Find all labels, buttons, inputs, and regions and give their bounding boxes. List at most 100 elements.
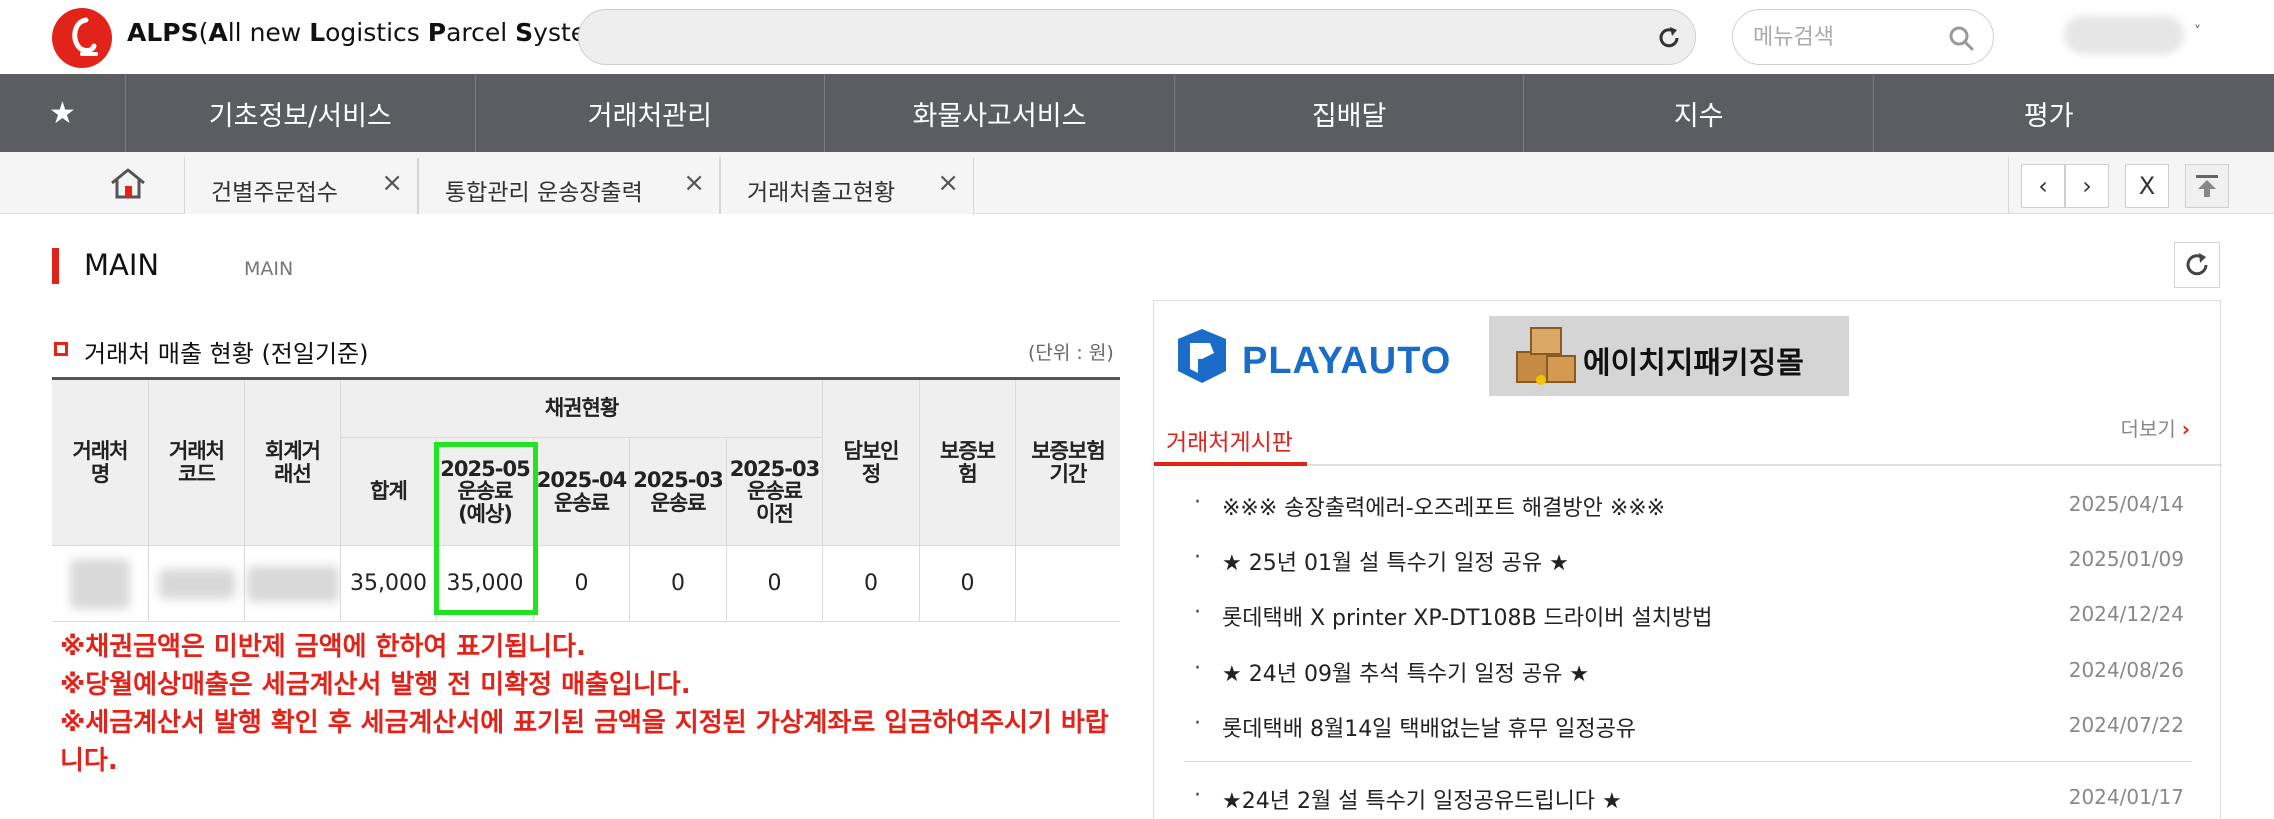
tab-client-board[interactable]: 거래처게시판 [1166,423,1293,457]
cell-collateral: 0 [823,546,920,622]
bullet: · [1194,656,1201,681]
boxes-icon [1516,327,1576,385]
favorites-star-icon[interactable]: ★ [0,74,126,152]
col-header-guarantee-period: 보증보험 기간 [1016,380,1120,546]
brand-expansion-part: arcel [446,18,516,47]
brand-prefix: ALPS [127,18,199,47]
cell-accounting-client [245,546,341,622]
post-title[interactable]: ★24년 2월 설 특수기 일정공유드립니다 ★ [1222,783,1622,815]
playauto-logo-icon [1178,329,1226,383]
post-title[interactable]: ★ 25년 01월 설 특수기 일정 공유 ★ [1222,545,1569,577]
blurred-value [158,568,235,599]
more-link[interactable]: 더보기 › [2121,413,2190,442]
section-marker-icon [54,342,68,356]
tab-order-entry[interactable]: 건별주문접수 × [184,158,418,214]
cell-total: 35,000 [341,546,437,622]
tab-prev-button[interactable]: ‹ [2021,164,2065,208]
board-tab-active-indicator [1154,462,1307,466]
close-all-tabs-button[interactable]: X [2125,164,2169,208]
brand-expansion-part: ( [198,18,209,47]
tab-client-shipment[interactable]: 거래처출고현황 × [720,158,974,214]
cell-guarantee-period [1016,546,1120,622]
board-tab-underline [1154,464,2222,466]
hg-packaging-banner[interactable]: 에이치지패키징몰 [1489,316,1849,396]
close-icon[interactable]: × [937,168,959,198]
list-item[interactable]: · ★ 25년 01월 설 특수기 일정 공유 ★ 2025/01/09 [1194,545,2194,585]
col-header-guarantee-insurance: 보증보 험 [920,380,1016,546]
col-header-receivables: 채권현황 [341,380,823,438]
nav-item-index[interactable]: 지수 [1524,74,1874,152]
tab-label: 건별주문접수 [211,180,338,206]
note-line: ※채권금액은 미반제 금액에 한하여 표기됩니다. [60,632,586,662]
post-title[interactable]: 롯데택배 X printer XP-DT108B 드라이버 설치방법 [1222,600,1712,632]
menu-search-input[interactable] [1753,22,1943,52]
post-title[interactable]: ★ 24년 09월 추석 특수기 일정 공유 ★ [1222,656,1589,688]
close-icon[interactable]: × [381,168,403,198]
nav-item-client-mgmt[interactable]: 거래처관리 [476,74,826,152]
post-date: 2024/08/26 [2068,658,2184,682]
open-tabs-bar: 건별주문접수 × 통합관리 운송장출력 × 거래처출고현황 × ‹ › X [0,152,2274,214]
close-icon[interactable]: × [683,168,705,198]
user-name-blurred[interactable] [2064,16,2184,54]
blurred-value [246,565,339,602]
nav-item-evaluation[interactable]: 평가 [1874,74,2224,152]
refresh-button[interactable] [2174,242,2220,288]
list-item[interactable]: · 롯데택배 8월14일 택배없는날 휴무 일정공유 2024/07/22 [1194,711,2194,751]
list-item[interactable]: · ★24년 2월 설 특수기 일정공유드립니다 ★ 2024/01/17 [1194,783,2194,819]
arrow-up-icon [2196,175,2218,197]
nav-item-basic-info[interactable]: 기초정보/서비스 [126,74,476,152]
scroll-top-button[interactable] [2185,164,2229,208]
tab-waybill-print[interactable]: 통합관리 운송장출력 × [418,158,720,214]
cell-client-name [52,546,149,622]
playauto-text: PLAYAUTO [1242,340,1451,382]
title-accent-bar [52,248,59,284]
sales-table: 거래처 명 거래처 코드 회계거 래선 채권현황 합계 2025-05 운송료 … [52,377,1120,622]
lotte-logo-icon[interactable] [52,8,112,68]
tab-label: 통합관리 운송장출력 [445,180,643,206]
col-header-collateral: 담보인 정 [823,380,920,546]
bullet: · [1194,711,1201,736]
list-item[interactable]: · 롯데택배 X printer XP-DT108B 드라이버 설치방법 202… [1194,600,2194,640]
brand-expansion-part: S [515,18,534,47]
list-item[interactable]: · ※※※ 송장출력에러-오즈레포트 해결방안 ※※※ 2025/04/14 [1194,490,2194,530]
reload-icon[interactable] [1655,24,1683,52]
address-bar[interactable] [578,9,1696,65]
bullet: · [1194,545,1201,570]
brand-title: ALPS(All new Logistics Parcel System) [127,18,620,47]
cell-guarantee-insurance: 0 [920,546,1016,622]
menu-search-box[interactable] [1732,9,1994,65]
cell-2025-05: 35,000 [437,546,534,622]
more-label: 더보기 [2120,417,2176,441]
nav-item-cargo-accident[interactable]: 화물사고서비스 [825,74,1175,152]
post-title[interactable]: 롯데택배 8월14일 택배없는날 휴무 일정공유 [1222,711,1636,743]
brand-expansion-part: ll new [227,18,310,47]
cell-client-code [149,546,245,622]
bullet: · [1194,783,1201,808]
col-header-accounting-client: 회계거 래선 [245,380,341,546]
top-header: ALPS(All new Logistics Parcel System) ˅ [0,0,2274,74]
brand-expansion-part: ogistics [325,18,428,47]
tab-controls: ‹ › X [2008,158,2274,214]
home-icon[interactable] [108,166,148,200]
board-panel: PLAYAUTO 에이치지패키징몰 거래처게시판 더보기 › · ※※※ 송장출력… [1153,300,2222,819]
note-line: ※세금계산서 발행 확인 후 세금계산서에 표기된 금액을 지정된 가상계좌로 … [60,708,1109,776]
nav-item-pickup-delivery[interactable]: 집배달 [1175,74,1525,152]
post-date: 2024/01/17 [2068,785,2184,809]
post-date: 2024/12/24 [2068,602,2184,626]
post-date: 2025/04/14 [2068,492,2184,516]
col-header-client-name: 거래처 명 [52,380,149,546]
search-icon[interactable] [1947,24,1975,52]
cell-2025-04: 0 [534,546,630,622]
refresh-icon [2186,253,2208,276]
list-item[interactable]: · ★ 24년 09월 추석 특수기 일정 공유 ★ 2024/08/26 [1194,656,2194,696]
tab-next-button[interactable]: › [2065,164,2109,208]
page-title: MAIN [84,248,160,282]
sales-notes: ※채권금액은 미반제 금액에 한하여 표기됩니다. ※당월예상매출은 세금계산서… [60,628,1120,780]
bullet: · [1194,490,1201,515]
col-header-total: 합계 [341,438,437,546]
post-title[interactable]: ※※※ 송장출력에러-오즈레포트 해결방안 ※※※ [1222,490,1665,522]
playauto-banner[interactable]: PLAYAUTO [1172,325,1462,395]
chevron-down-icon[interactable]: ˅ [2194,24,2201,40]
unit-label: (단위 : 원) [1028,342,1114,364]
brand-expansion-part: L [309,18,326,47]
